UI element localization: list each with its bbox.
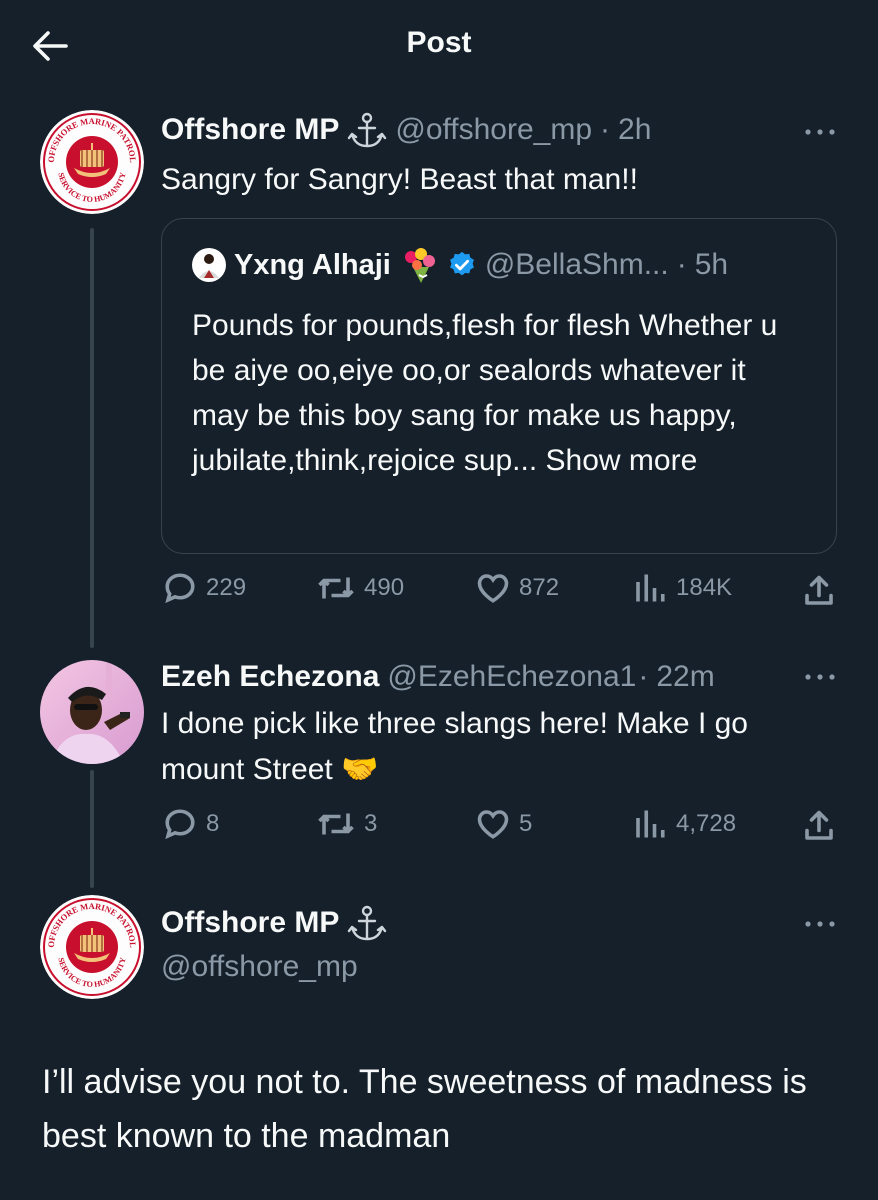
- avatar[interactable]: [40, 660, 144, 764]
- tweet-header: Offshore MP @offshore_mp · 2h: [161, 112, 651, 148]
- handle[interactable]: @EzehEchezona1: [387, 660, 636, 694]
- like-count: 5: [519, 810, 533, 837]
- dot-separator: ·: [676, 248, 687, 281]
- quote-handle[interactable]: @BellaShm...: [485, 248, 669, 282]
- dot-separator: ·: [600, 113, 611, 146]
- tweet-header: Ezeh Echezona @EzehEchezona1 · 22m: [161, 660, 715, 694]
- handle[interactable]: @offshore_mp: [161, 950, 358, 984]
- analytics-icon: [636, 574, 665, 602]
- anchor-emoji-icon: [347, 905, 387, 941]
- quoted-tweet[interactable]: Yxng Alhaji @BellaShm... · 5h Pounds for…: [161, 218, 837, 554]
- tweet-text: Sangry for Sangry! Beast that man!!: [161, 163, 638, 196]
- reply-icon: [165, 573, 195, 604]
- like-action[interactable]: 872: [475, 570, 559, 606]
- repost-count: 3: [364, 810, 378, 837]
- timestamp[interactable]: 2h: [618, 113, 651, 147]
- repost-icon: [318, 577, 354, 599]
- more-options-icon[interactable]: [802, 918, 838, 930]
- page-title: Post: [406, 26, 472, 59]
- offshore-marine-patrol-logo: OFFSHORE MARINE PATROL SERVICE TO HUMANI…: [40, 895, 144, 999]
- avatar[interactable]: OFFSHORE MARINE PATROL SERVICE TO HUMANI…: [40, 895, 144, 999]
- quote-display-name[interactable]: Yxng Alhaji: [234, 249, 391, 282]
- quote-text-block: Pounds for pounds,flesh for flesh Whethe…: [192, 303, 792, 483]
- focused-tweet-text: I’ll advise you not to. The sweetness of…: [42, 1063, 807, 1155]
- more-options-icon[interactable]: [802, 671, 838, 683]
- views-action[interactable]: 4,728: [632, 806, 736, 842]
- display-name[interactable]: Offshore MP: [161, 113, 339, 147]
- display-name[interactable]: Offshore MP: [161, 906, 339, 940]
- like-action[interactable]: 5: [475, 806, 532, 842]
- more-options-icon[interactable]: [802, 126, 838, 138]
- tweet-header: Offshore MP: [161, 905, 387, 941]
- heart-icon: [477, 810, 509, 839]
- repost-icon: [318, 813, 354, 835]
- quote-header: Yxng Alhaji @BellaShm... · 5h: [192, 247, 728, 283]
- quote-avatar[interactable]: [192, 248, 226, 282]
- reply-count: 8: [206, 810, 220, 837]
- repost-action[interactable]: 490: [316, 570, 404, 606]
- like-count: 872: [519, 574, 560, 601]
- handle[interactable]: @offshore_mp: [395, 113, 592, 147]
- quote-timestamp[interactable]: 5h: [695, 248, 728, 282]
- share-icon[interactable]: [801, 808, 837, 844]
- reply-action[interactable]: 229: [162, 570, 246, 606]
- show-more-link[interactable]: Show more: [546, 444, 698, 477]
- thread-line: [90, 770, 94, 888]
- reply-icon: [165, 809, 195, 840]
- repost-count: 490: [364, 574, 405, 601]
- views-action[interactable]: 184K: [632, 570, 732, 606]
- view-count: 4,728: [676, 810, 737, 837]
- offshore-marine-patrol-logo: OFFSHORE MARINE PATROL SERVICE TO HUMANI…: [40, 110, 144, 214]
- heart-icon: [477, 574, 509, 603]
- repost-action[interactable]: 3: [316, 806, 377, 842]
- view-count: 184K: [676, 574, 733, 601]
- dot-separator: ·: [638, 660, 649, 693]
- display-name[interactable]: Ezeh Echezona: [161, 660, 379, 694]
- share-icon[interactable]: [801, 573, 837, 609]
- ezeh-echezona-photo: [40, 660, 144, 764]
- verified-badge-icon: [447, 250, 477, 280]
- avatar[interactable]: OFFSHORE MARINE PATROL SERVICE TO HUMANI…: [40, 110, 144, 214]
- bouquet-emoji-icon: [399, 247, 439, 283]
- timestamp[interactable]: 22m: [656, 660, 714, 694]
- tweet-text: I done pick like three slangs here! Make…: [161, 707, 748, 786]
- thread-line: [90, 228, 94, 648]
- reply-count: 229: [206, 574, 247, 601]
- analytics-icon: [636, 810, 665, 838]
- anchor-emoji-icon: [347, 112, 387, 148]
- reply-action[interactable]: 8: [162, 806, 219, 842]
